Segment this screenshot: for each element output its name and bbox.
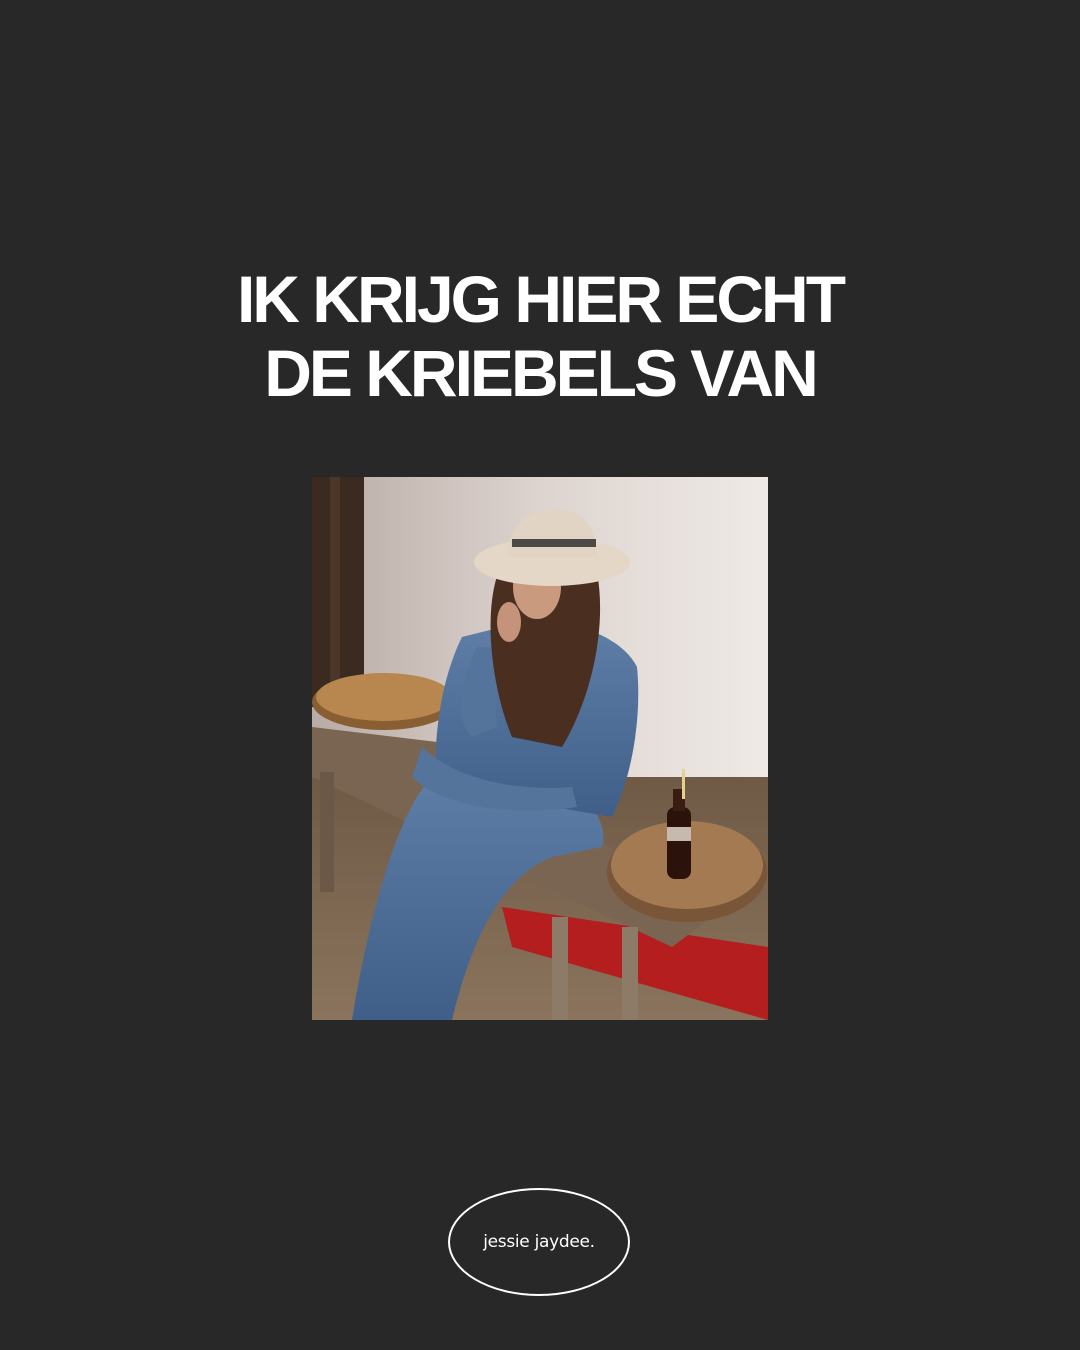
brand-logo: jessie jaydee. bbox=[448, 1188, 630, 1296]
headline-line-2: DE KRIEBELS VAN bbox=[264, 336, 819, 410]
headline: IK KRIJG HIER ECHT DE KRIEBELS VAN bbox=[0, 262, 1080, 410]
brand-logo-text: jessie jaydee. bbox=[483, 1232, 595, 1252]
headline-line-1: IK KRIJG HIER ECHT bbox=[236, 262, 846, 336]
portrait-photo bbox=[312, 477, 768, 1020]
